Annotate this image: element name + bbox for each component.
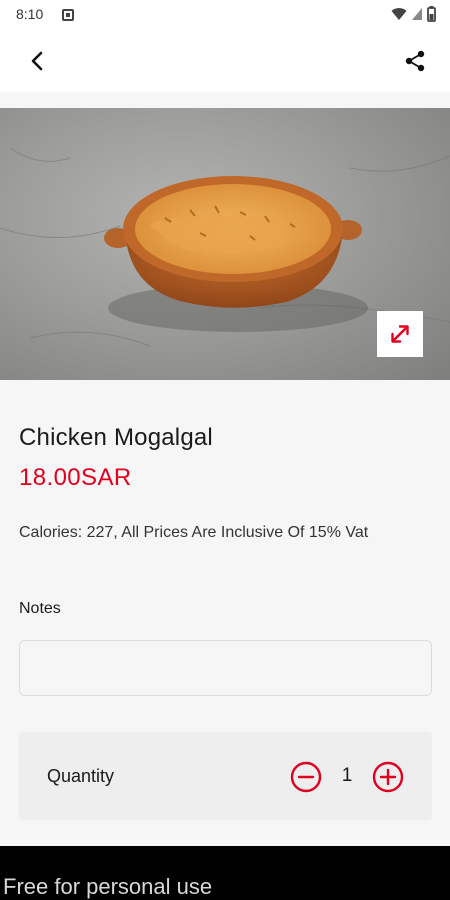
notes-label: Notes <box>19 600 61 617</box>
battery-icon <box>427 6 436 22</box>
product-description: Calories: 227, All Prices Are Inclusive … <box>19 524 369 541</box>
notification-icon <box>62 9 74 21</box>
signal-icon <box>412 8 422 20</box>
product-price: 18.00SAR <box>19 464 132 491</box>
plus-circle-icon[interactable] <box>372 761 404 793</box>
wifi-icon <box>391 8 407 20</box>
back-button[interactable] <box>20 44 54 78</box>
expand-icon <box>391 325 409 343</box>
minus-circle-icon[interactable] <box>290 761 322 793</box>
share-icon <box>405 50 425 72</box>
product-image <box>0 108 450 380</box>
status-time: 8:10 <box>16 6 44 22</box>
notes-input[interactable] <box>19 640 432 696</box>
quantity-card: Quantity 1 <box>19 732 432 820</box>
quantity-value: 1 <box>341 765 353 786</box>
quantity-label: Quantity <box>47 766 115 786</box>
app-bar <box>0 30 450 92</box>
status-icons <box>391 6 436 22</box>
expand-image-button[interactable] <box>377 311 423 357</box>
watermark-text: Free for personal use <box>3 874 213 899</box>
share-button[interactable] <box>398 44 432 78</box>
product-title: Chicken Mogalgal <box>19 424 213 451</box>
status-bar: 8:10 <box>0 0 450 30</box>
back-arrow-icon <box>31 51 43 71</box>
